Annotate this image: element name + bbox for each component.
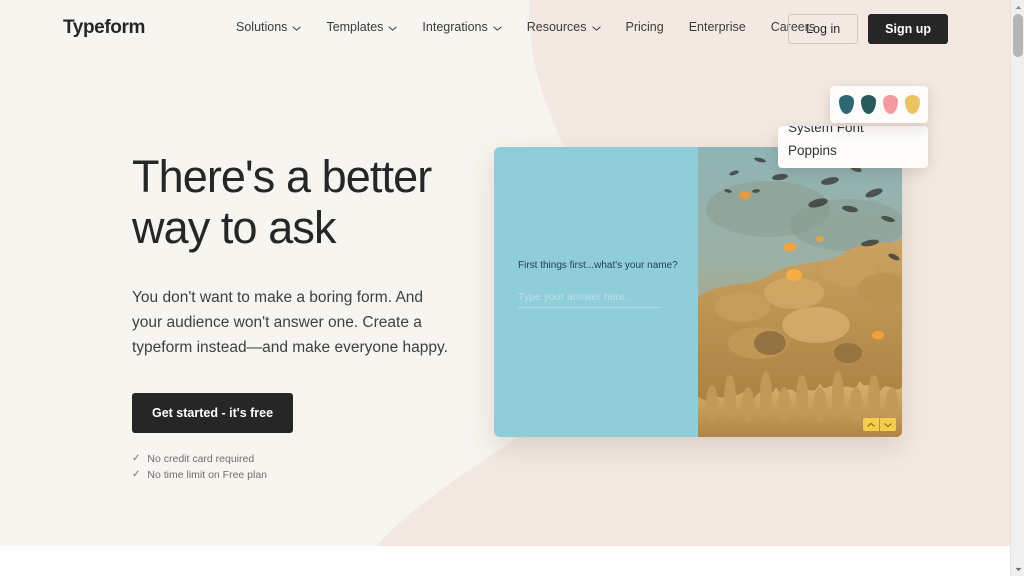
get-started-button[interactable]: Get started - it's free [132, 393, 294, 433]
chevron-down-icon [292, 24, 302, 33]
page-title: There's a better way to ask [132, 151, 462, 253]
list-item: ✓ No credit card required [132, 451, 462, 467]
hero-subheading: You don't want to make a boring form. An… [132, 289, 448, 356]
hero-perks-list: ✓ No credit card required ✓ No time limi… [132, 451, 462, 483]
check-icon: ✓ [132, 469, 141, 480]
swatch-gold[interactable] [904, 95, 920, 114]
nav-item-label: Pricing [625, 20, 664, 34]
font-option-system-font[interactable]: System Font [788, 126, 864, 135]
font-option-poppins[interactable]: Poppins [788, 143, 837, 158]
preview-card-navigation [863, 418, 896, 431]
nav-item-label: Solutions [236, 20, 288, 34]
chevron-down-icon [493, 24, 502, 33]
swatch-teal-dark[interactable] [838, 95, 854, 114]
nav-item-label: Enterprise [688, 20, 746, 34]
site-header: Typeform Solutions Templates Integration… [0, 0, 1010, 57]
typeform-logo[interactable]: Typeform [63, 17, 145, 39]
hero-section: There's a better way to ask You don't wa… [132, 151, 462, 483]
preview-question-text: First things first...what's your name? [518, 260, 678, 271]
page-bottom-edge [0, 546, 1010, 561]
preview-image-panel [698, 147, 902, 437]
color-palette-popover [830, 86, 928, 123]
sign-up-button[interactable]: Sign up [868, 14, 948, 44]
nav-item-label: Integrations [422, 20, 488, 34]
font-selector-popover: System Font Poppins [778, 126, 928, 168]
preview-answer-input[interactable]: Type your answer here... [518, 291, 661, 308]
hero-heading-line-1: There's a better [132, 151, 432, 202]
nav-item-templates[interactable]: Templates [326, 20, 410, 34]
question-block: First things first...what's your name? T… [518, 259, 678, 308]
auth-actions: Log in Sign up [788, 14, 948, 44]
browser-viewport: Typeform Solutions Templates Integration… [0, 0, 1024, 576]
nav-item-integrations[interactable]: Integrations [422, 20, 514, 34]
perk-label: No credit card required [147, 453, 255, 465]
nav-item-resources[interactable]: Resources [527, 20, 614, 34]
perk-label: No time limit on Free plan [147, 469, 268, 481]
main-navigation: Solutions Templates Integrations Resourc… [236, 20, 828, 34]
typeform-landing-page: Typeform Solutions Templates Integration… [0, 0, 1010, 561]
vertical-scrollbar[interactable] [1010, 0, 1024, 576]
swatch-coral-pink[interactable] [882, 95, 898, 114]
log-in-button[interactable]: Log in [788, 14, 859, 44]
chevron-down-icon [591, 24, 601, 33]
typeform-preview-card[interactable]: First things first...what's your name? T… [494, 147, 902, 437]
swatch-teal-deep[interactable] [860, 95, 876, 114]
hero-heading-line-2: way to ask [132, 202, 336, 253]
scroll-up-arrow-icon[interactable] [1011, 0, 1024, 14]
chevron-down-icon [388, 24, 398, 33]
scroll-down-arrow-icon[interactable] [1011, 562, 1024, 576]
next-question-button[interactable] [880, 418, 896, 431]
nav-item-solutions[interactable]: Solutions [236, 20, 314, 34]
preview-question-panel: First things first...what's your name? T… [494, 147, 698, 437]
nav-item-enterprise[interactable]: Enterprise [689, 20, 759, 34]
check-icon: ✓ [132, 453, 141, 464]
nav-item-label: Templates [326, 20, 384, 34]
nav-item-pricing[interactable]: Pricing [626, 20, 677, 34]
nav-item-label: Resources [526, 20, 587, 34]
scrollbar-thumb[interactable] [1013, 14, 1023, 57]
previous-question-button[interactable] [863, 418, 879, 431]
list-item: ✓ No time limit on Free plan [132, 467, 462, 483]
coral-reef-photo [698, 147, 902, 437]
